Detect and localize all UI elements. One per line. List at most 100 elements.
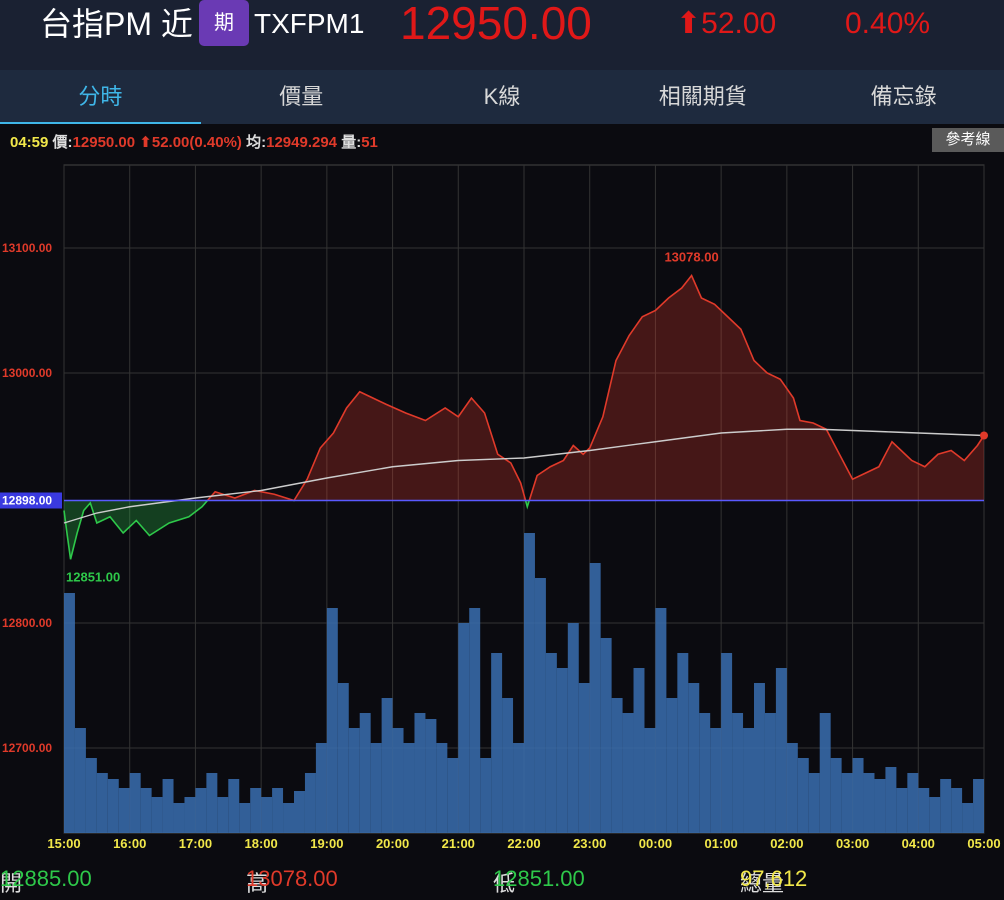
volume-bar bbox=[841, 773, 853, 833]
info-vol-label: 量: bbox=[341, 134, 362, 151]
volume-bar bbox=[743, 728, 754, 833]
volume-bar bbox=[469, 608, 481, 833]
volume-bar bbox=[96, 773, 108, 833]
total-volume-value: 97,612 bbox=[740, 866, 808, 891]
price-change-percent: 0.40% bbox=[845, 7, 931, 40]
volume-bar bbox=[852, 758, 864, 833]
tab-memo[interactable]: 備忘錄 bbox=[803, 70, 1004, 124]
volume-bar bbox=[392, 728, 404, 833]
volume-bar bbox=[118, 788, 130, 833]
volume-bar bbox=[764, 713, 776, 833]
volume-bar bbox=[458, 623, 470, 833]
volume-bar bbox=[74, 728, 86, 833]
volume-bar bbox=[272, 788, 284, 833]
volume-bar bbox=[381, 698, 393, 833]
volume-bar bbox=[885, 767, 897, 833]
volume-bar bbox=[425, 719, 437, 833]
volume-bar bbox=[228, 779, 240, 833]
last-price: 12950.00 bbox=[400, 0, 592, 49]
volume-bar bbox=[797, 758, 809, 833]
volume-bar bbox=[611, 698, 623, 833]
volume-bars bbox=[64, 533, 984, 833]
volume-bar bbox=[710, 728, 722, 833]
open-value: 12885.00 bbox=[0, 866, 92, 891]
volume-bar bbox=[524, 533, 535, 833]
price-series bbox=[63, 273, 988, 560]
volume-bar bbox=[447, 758, 459, 833]
volume-bar bbox=[622, 713, 634, 833]
x-tick-label: 19:00 bbox=[310, 836, 343, 851]
tab-bar: 分時 價量 K線 相關期貨 備忘錄 bbox=[0, 70, 1004, 124]
volume-bar bbox=[173, 803, 185, 833]
x-tick-label: 15:00 bbox=[47, 836, 80, 851]
low-label: 12851.00 bbox=[66, 569, 120, 584]
x-tick-label: 16:00 bbox=[113, 836, 146, 851]
reference-line-button[interactable]: 參考線 bbox=[932, 128, 1004, 152]
volume-bar bbox=[578, 683, 590, 833]
volume-bar bbox=[918, 788, 930, 833]
volume-bar bbox=[929, 797, 941, 833]
x-tick-label: 23:00 bbox=[573, 836, 606, 851]
info-avg-label: 均: bbox=[246, 134, 267, 151]
volume-bar bbox=[732, 713, 744, 833]
last-price-dot bbox=[980, 431, 988, 440]
volume-bar bbox=[436, 743, 448, 833]
volume-bar bbox=[217, 797, 229, 833]
reference-label: 12898.00 bbox=[2, 494, 52, 508]
volume-bar bbox=[206, 773, 218, 833]
volume-bar bbox=[239, 803, 251, 833]
info-price-label: 價: bbox=[52, 134, 73, 151]
volume-bar bbox=[304, 773, 316, 833]
volume-bar bbox=[556, 668, 568, 833]
volume-bar bbox=[644, 728, 656, 833]
volume-bar bbox=[250, 788, 262, 833]
y-tick-label: 13100.00 bbox=[2, 241, 52, 255]
x-tick-label: 17:00 bbox=[179, 836, 212, 851]
volume-bar bbox=[414, 713, 426, 833]
volume-bar bbox=[819, 713, 831, 833]
volume-bar bbox=[896, 788, 908, 833]
tab-k-line[interactable]: K線 bbox=[402, 70, 603, 124]
tab-price-volume[interactable]: 價量 bbox=[201, 70, 402, 124]
intraday-chart[interactable]: 15:00 16:00 17:00 18:00 19:00 20:00 21:00 22:00… bbox=[0, 155, 1004, 855]
volume-bar bbox=[962, 803, 974, 833]
info-vol: 51 bbox=[361, 134, 378, 151]
volume-bar bbox=[874, 779, 886, 833]
price-change-value: 52.00 bbox=[701, 7, 777, 40]
volume-bar bbox=[85, 758, 97, 833]
quote-header: 台指PM 近 期 TXFPM1 12950.00 ⬆52.00 0.40% bbox=[0, 0, 1004, 70]
volume-bar bbox=[502, 698, 514, 833]
info-change: ⬆52.00(0.40%) bbox=[139, 134, 242, 151]
volume-bar bbox=[830, 758, 842, 833]
volume-bar bbox=[666, 698, 678, 833]
volume-bar bbox=[283, 803, 294, 833]
volume-bar bbox=[162, 779, 174, 833]
futures-badge: 期 bbox=[199, 0, 249, 46]
volume-bar bbox=[140, 788, 152, 833]
y-tick-label: 12800.00 bbox=[2, 616, 52, 630]
tab-intraday[interactable]: 分時 bbox=[0, 70, 201, 124]
x-tick-label: 18:00 bbox=[245, 836, 278, 851]
volume-bar bbox=[655, 608, 667, 833]
volume-bar bbox=[699, 713, 711, 833]
volume-bar bbox=[195, 788, 207, 833]
volume-bar bbox=[677, 653, 689, 833]
x-tick-label: 22:00 bbox=[507, 836, 540, 851]
x-tick-label: 00:00 bbox=[639, 836, 672, 851]
x-tick-label: 02:00 bbox=[770, 836, 803, 851]
arrow-up-icon: ⬆ bbox=[676, 7, 702, 40]
tab-related-futures[interactable]: 相關期貨 bbox=[602, 70, 803, 124]
volume-bar bbox=[907, 773, 919, 833]
low-value: 12851.00 bbox=[493, 866, 585, 891]
volume-bar bbox=[491, 653, 503, 833]
volume-bar bbox=[688, 683, 700, 833]
x-tick-label: 04:00 bbox=[902, 836, 935, 851]
volume-bar bbox=[261, 797, 273, 833]
volume-bar bbox=[545, 653, 557, 833]
volume-bar bbox=[721, 653, 733, 833]
y-tick-label: 12700.00 bbox=[2, 741, 52, 755]
volume-bar bbox=[403, 743, 415, 833]
volume-bar bbox=[633, 668, 645, 833]
info-avg: 12949.294 bbox=[266, 134, 338, 151]
volume-bar bbox=[863, 773, 875, 833]
